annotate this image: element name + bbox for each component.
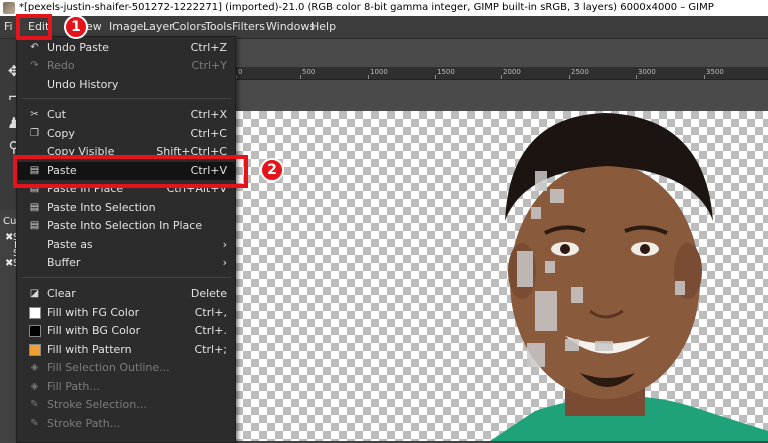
- undo-icon: ↶: [30, 42, 39, 53]
- menu-item-buffer[interactable]: Buffer ›: [17, 254, 235, 272]
- redo-icon: ↷: [30, 60, 39, 71]
- ruler-tick: 3500: [706, 68, 724, 76]
- copy-icon: ❐: [30, 128, 39, 139]
- paste-icon: ▤: [29, 202, 40, 213]
- stroke-icon: ✎: [30, 418, 39, 429]
- eraser-icon: ◪: [29, 288, 40, 299]
- menu-file[interactable]: Fi: [4, 16, 13, 38]
- menu-item-stroke-path[interactable]: ✎ Stroke Path...: [17, 415, 235, 433]
- pattern-swatch-icon: [29, 344, 41, 356]
- ruler-tick: 1500: [437, 68, 455, 76]
- ruler-tick: 500: [302, 68, 316, 76]
- paste-icon: ▤: [29, 220, 40, 231]
- scissors-icon: ✂: [30, 109, 39, 120]
- menu-item-fill-selection-outline[interactable]: ◈ Fill Selection Outline...: [17, 359, 235, 377]
- menu-help[interactable]: Help: [311, 16, 336, 38]
- menu-item-fill-pattern[interactable]: Fill with Pattern Ctrl+;: [17, 341, 235, 359]
- menu-item-clear[interactable]: ◪ Clear Delete: [17, 285, 235, 303]
- horizontal-ruler: 0 500 1000 1500 2000 2500 3000 3500: [232, 67, 768, 80]
- edit-menu-highlight-box: [16, 14, 52, 40]
- window-titlebar: *[pexels-justin-shaifer-501272-1222271] …: [0, 0, 768, 16]
- ruler-tick: 1000: [370, 68, 388, 76]
- menu-colors[interactable]: Colors: [172, 16, 206, 38]
- menu-item-fill-bg[interactable]: Fill with BG Color Ctrl+.: [17, 322, 235, 340]
- menu-separator: [21, 98, 231, 99]
- menu-item-fill-path[interactable]: ◈ Fill Path...: [17, 378, 235, 396]
- gimp-app-icon: [3, 2, 15, 14]
- fg-color-swatch-icon: [29, 307, 41, 319]
- bg-color-swatch-icon: [29, 325, 41, 337]
- step-2-badge: 2: [260, 158, 284, 182]
- menu-filters[interactable]: Filters: [232, 16, 265, 38]
- menu-item-paste-into-selection-in-place[interactable]: ▤ Paste Into Selection In Place: [17, 217, 235, 235]
- ruler-tick: 2000: [503, 68, 521, 76]
- menu-windows[interactable]: Windows: [266, 16, 315, 38]
- step-1-badge: 1: [64, 15, 88, 39]
- menu-image[interactable]: Image: [109, 16, 143, 38]
- submenu-arrow-icon: ›: [222, 256, 227, 269]
- menu-item-undo-history[interactable]: Undo History: [17, 76, 235, 94]
- image-canvas[interactable]: [235, 111, 768, 441]
- menu-item-paste-as[interactable]: Paste as ›: [17, 236, 235, 254]
- menu-view[interactable]: ew: [86, 16, 102, 38]
- menu-item-paste-into-selection[interactable]: ▤ Paste Into Selection: [17, 199, 235, 217]
- ruler-tick: 2500: [571, 68, 589, 76]
- submenu-arrow-icon: ›: [222, 238, 227, 251]
- menu-layer[interactable]: Layer: [143, 16, 174, 38]
- window-title: *[pexels-justin-shaifer-501272-1222271] …: [19, 2, 714, 13]
- menu-item-fill-fg[interactable]: Fill with FG Color Ctrl+,: [17, 304, 235, 322]
- menu-item-copy[interactable]: ❐ Copy Ctrl+C: [17, 125, 235, 143]
- menu-tools[interactable]: Tools: [205, 16, 232, 38]
- ruler-tick: 0: [238, 68, 243, 76]
- menu-separator: [21, 277, 231, 278]
- edit-menu-dropdown: ↶ Undo Paste Ctrl+Z ↷ Redo Ctrl+Y Undo H…: [16, 36, 236, 443]
- stroke-icon: ✎: [30, 399, 39, 410]
- bucket-fill-icon: ◈: [30, 362, 39, 373]
- menu-item-redo[interactable]: ↷ Redo Ctrl+Y: [17, 57, 235, 75]
- portrait-photo: [490, 113, 768, 441]
- menu-item-cut[interactable]: ✂ Cut Ctrl+X: [17, 106, 235, 124]
- bucket-fill-icon: ◈: [30, 381, 39, 392]
- menu-item-undo-paste[interactable]: ↶ Undo Paste Ctrl+Z: [17, 39, 235, 57]
- menu-item-stroke-selection[interactable]: ✎ Stroke Selection...: [17, 396, 235, 414]
- ruler-tick: 3000: [638, 68, 656, 76]
- paste-highlight-box: [13, 155, 248, 188]
